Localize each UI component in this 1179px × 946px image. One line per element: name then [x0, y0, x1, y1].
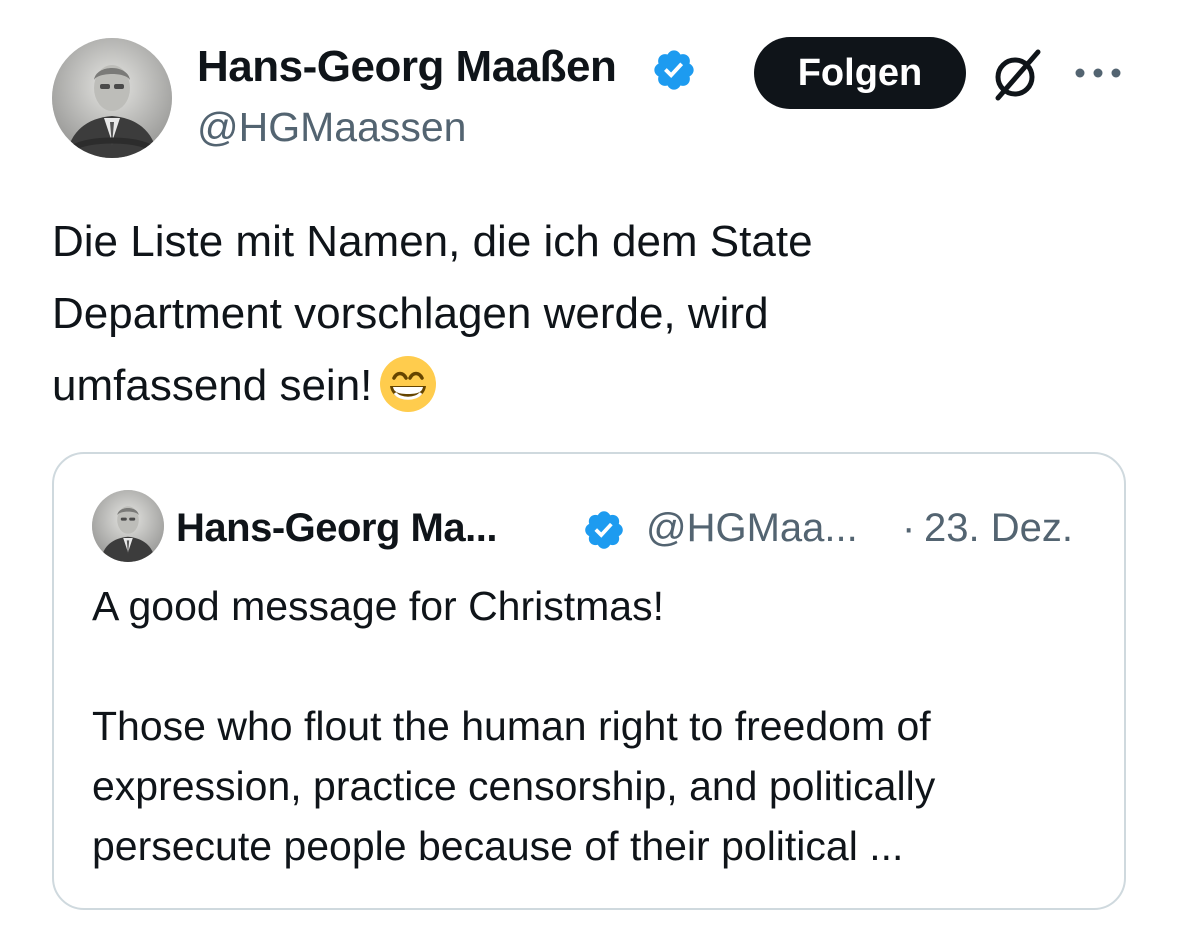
avatar-portrait	[92, 490, 164, 562]
verified-badge-icon[interactable]	[651, 47, 697, 93]
verified-badge-icon[interactable]	[582, 508, 626, 552]
tweet-header: Hans-Georg Maaßen @HGMaassen Folgen	[0, 0, 1179, 170]
quoted-tweet-text: A good message for Christmas! Those who …	[92, 576, 1092, 876]
tweet-text-line: umfassend sein!	[52, 361, 373, 410]
avatar-portrait	[52, 38, 172, 158]
author-name[interactable]: Hans-Georg Maaßen	[197, 40, 617, 94]
tweet-text-line: Die Liste mit Namen, die ich dem State	[52, 217, 813, 266]
grinning-emoji-icon	[378, 354, 438, 414]
tweet-text: Die Liste mit Namen, die ich dem State D…	[52, 206, 1132, 422]
grok-icon[interactable]	[988, 46, 1046, 104]
quoted-author-avatar[interactable]	[92, 490, 164, 562]
author-avatar[interactable]	[52, 38, 172, 158]
meta-separator: ·	[902, 506, 916, 550]
quoted-text-line: persecute people because of their politi…	[92, 823, 904, 869]
quoted-text-line: Those who flout the human right to freed…	[92, 703, 931, 749]
author-handle[interactable]: @HGMaassen	[197, 102, 466, 152]
more-options-icon[interactable]	[1072, 60, 1124, 86]
tweet-text-line-last: umfassend sein!	[52, 350, 1132, 422]
quoted-text-line: expression, practice censorship, and pol…	[92, 763, 936, 809]
quoted-text-line: A good message for Christmas!	[92, 583, 664, 629]
tweet-text-line: Department vorschlagen werde, wird	[52, 289, 769, 338]
quoted-tweet-card[interactable]: Hans-Georg Ma... @HGMaa... · 23. Dez. A …	[52, 452, 1126, 910]
quoted-author-handle[interactable]: @HGMaa...	[646, 504, 858, 552]
quoted-tweet-date[interactable]: 23. Dez.	[924, 504, 1073, 552]
quoted-text-line	[92, 636, 1092, 696]
follow-button[interactable]: Folgen	[754, 37, 966, 109]
quoted-author-name[interactable]: Hans-Georg Ma...	[176, 504, 497, 552]
